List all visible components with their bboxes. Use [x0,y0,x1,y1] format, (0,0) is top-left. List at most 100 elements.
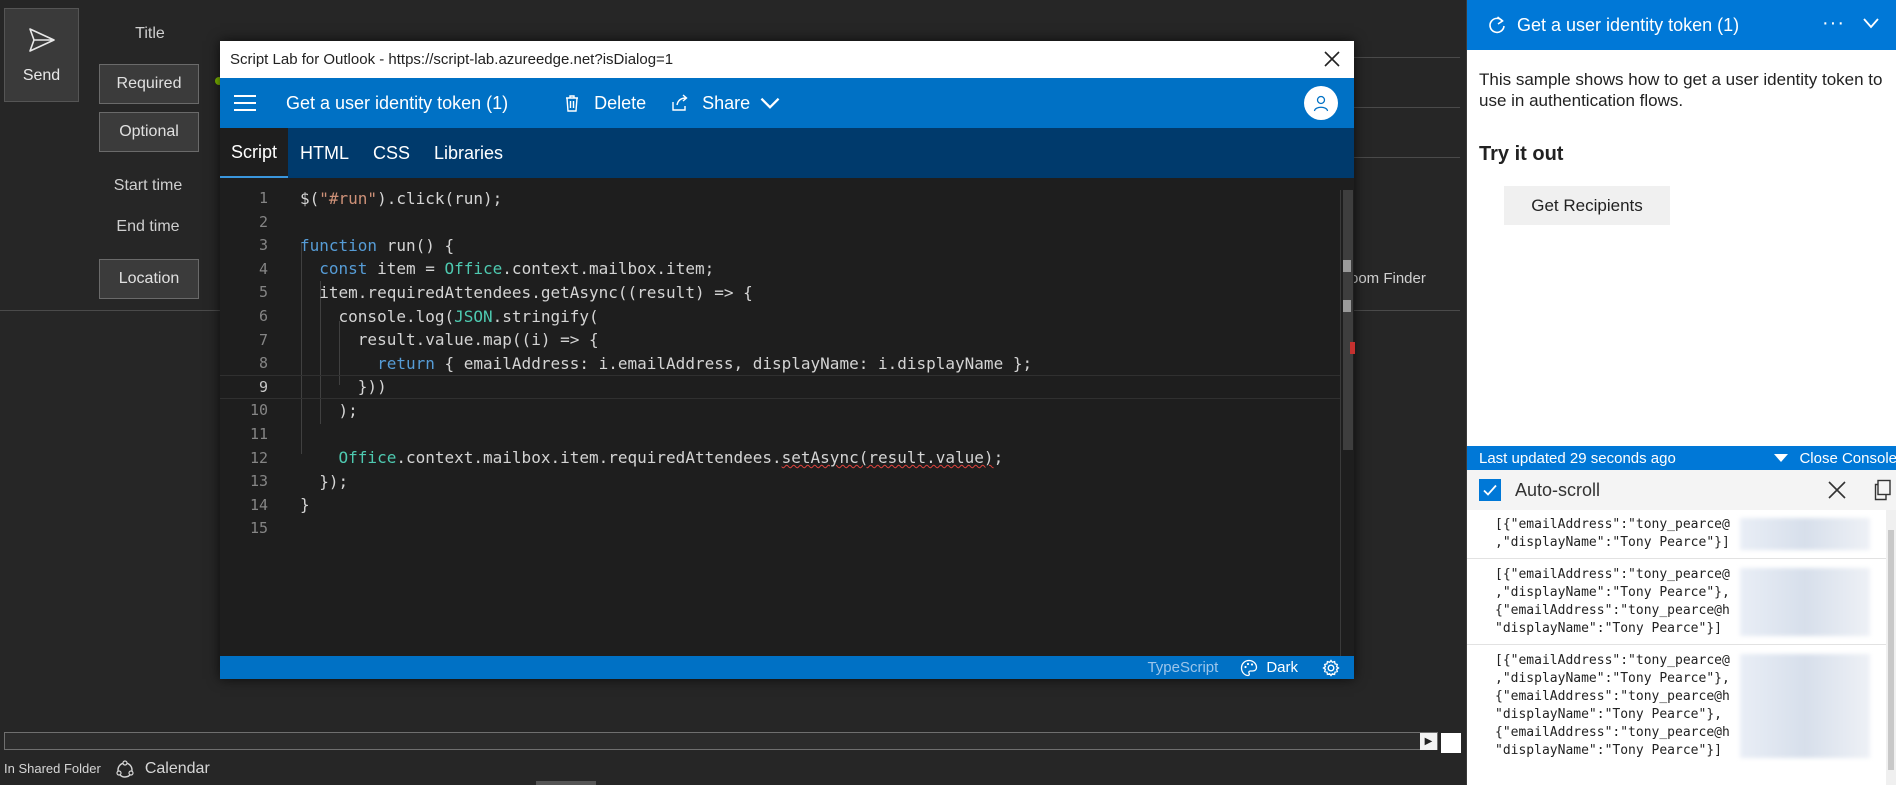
hamburger-menu-icon[interactable] [234,95,256,111]
horizontal-scrollbar[interactable] [4,732,1438,750]
editor-scroll-thumb[interactable] [1343,190,1353,450]
location-button[interactable]: Location [99,259,199,299]
get-recipients-button[interactable]: Get Recipients [1504,186,1670,225]
redacted-region [1740,654,1870,758]
code-line[interactable]: 11 [220,422,1340,446]
log-entry: [{"emailAddress":"tony_pearce@ ,"display… [1495,517,1730,550]
line-number: 12 [249,448,268,467]
line-number: 10 [249,401,268,420]
required-button[interactable]: Required [99,64,199,104]
delete-button[interactable]: Delete [562,93,646,114]
send-label: Send [22,67,61,84]
console-scroll-thumb[interactable] [1888,530,1894,770]
line-number: 13 [249,472,268,491]
code-line[interactable]: 9 })) [220,374,1340,399]
share-label: Share [702,92,751,113]
code-line[interactable]: 6 console.log(JSON.stringify( [220,304,1340,328]
code-line[interactable]: 7 result.value.map((i) => { [220,328,1340,352]
line-number: 15 [249,519,268,538]
line-number: 1 [258,189,268,207]
log-separator [1467,644,1887,645]
console-toolbar: Auto-scroll [1467,470,1896,510]
autoscroll-label: Auto-scroll [1515,479,1601,500]
script-lab-dialog: Script Lab for Outlook - https://script-… [220,41,1355,679]
code-line[interactable]: 4 const item = Office.context.mailbox.it… [220,257,1340,281]
redacted-region [1740,518,1870,550]
code-text: function run() { [300,235,455,255]
code-text: console.log(JSON.stringify( [300,306,599,326]
code-line[interactable]: 3 function run() { [220,233,1340,257]
send-button[interactable]: Send [4,8,79,102]
console-scrollbar[interactable] [1886,510,1896,785]
close-console-button[interactable]: Close Console [1773,450,1896,467]
last-updated-text: Last updated 29 seconds ago [1479,449,1676,467]
share-button[interactable]: Share [670,93,792,114]
code-line[interactable]: 5 item.requiredAttendees.getAsync((resul… [220,280,1340,304]
screen: Send Title Required Optional Start time … [0,0,1896,785]
dialog-title: Script Lab for Outlook - https://script-… [230,51,674,68]
status-indicator [536,781,596,785]
try-it-out-heading: Try it out [1479,143,1564,165]
clear-console-icon[interactable] [1827,480,1847,500]
code-text: const item = Office.context.mailbox.item… [319,259,715,279]
tab-css[interactable]: CSS [361,128,422,178]
log-entry: [{"emailAddress":"tony_pearce@ ,"display… [1495,567,1730,636]
delete-label: Delete [594,92,647,113]
console-status-bar: Last updated 29 seconds ago Close Consol… [1467,446,1896,470]
pane-header: Get a user identity token (1) ··· [1467,0,1896,50]
code-text: $("#run").click(run); [300,188,503,208]
code-line[interactable]: 13 }); [220,469,1340,493]
theme-toggle[interactable]: Dark [1240,659,1298,677]
tab-html[interactable]: HTML [288,128,361,178]
language-indicator[interactable]: TypeScript [1147,659,1218,676]
start-time-label: Start time [113,177,183,194]
code-line[interactable]: 8 return { emailAddress: i.emailAddress,… [220,351,1340,375]
code-line[interactable]: 12 Office.context.mailbox.item.requiredA… [220,446,1340,470]
code-text: return { emailAddress: i.emailAddress, d… [377,353,1033,373]
copy-icon[interactable] [1873,479,1893,501]
room-finder-label[interactable]: oom Finder [1350,270,1426,287]
log-entry: [{"emailAddress":"tony_pearce@ ,"display… [1495,653,1730,758]
code-text: ); [300,400,358,420]
autoscroll-checkbox[interactable] [1479,479,1501,501]
code-line[interactable]: 15 [220,516,1340,540]
line-number: 8 [258,354,268,373]
code-text: }); [300,471,349,491]
line-number: 5 [258,283,268,302]
code-line[interactable]: 14} [220,493,1340,517]
console-log[interactable]: [{"emailAddress":"tony_pearce@ ,"display… [1467,510,1896,785]
editor-scrollbar[interactable] [1340,190,1355,656]
status-calendar[interactable]: Calendar [145,760,210,778]
pane-title: Get a user identity token (1) [1517,14,1740,35]
more-options-icon[interactable]: ··· [1822,12,1845,35]
optional-button[interactable]: Optional [99,112,199,152]
code-text: })) [300,377,387,397]
trash-icon [566,95,579,112]
theme-label: Dark [1266,659,1298,676]
tab-script[interactable]: Script [220,128,289,178]
snippet-name[interactable]: Get a user identity token (1) [286,93,508,114]
scroll-corner [1441,733,1461,753]
line-number: 14 [249,495,268,514]
chevron-down-icon[interactable] [1863,17,1879,29]
dialog-header: Get a user identity token (1) Delete Sha… [220,78,1354,128]
gear-icon[interactable] [1322,658,1340,677]
code-text: } [300,495,310,515]
tab-libraries[interactable]: Libraries [422,128,515,178]
status-folder: In Shared Folder [4,761,101,776]
user-avatar-icon[interactable] [1304,86,1338,120]
dialog-close-icon[interactable] [1322,49,1342,69]
code-editor[interactable]: 1 $("#run").click(run); 2 3 function run() {… [220,178,1355,656]
code-line[interactable]: 10 ); [220,398,1340,422]
dialog-title-bar: Script Lab for Outlook - https://script-… [220,41,1354,78]
code-line[interactable]: 1 $("#run").click(run); [220,186,1340,210]
refresh-icon[interactable] [1487,15,1507,35]
calendar-recurrence-icon [116,759,134,778]
code-line[interactable]: 2 [220,210,1340,234]
editor-tabs: Script HTML CSS Libraries [220,128,1354,178]
checkmark-icon [1483,484,1497,496]
triangle-down-icon [1774,454,1789,462]
sample-description: This sample shows how to get a user iden… [1479,70,1883,110]
scroll-right-arrow-icon[interactable]: ▶ [1420,733,1437,750]
title-label: Title [135,25,165,42]
